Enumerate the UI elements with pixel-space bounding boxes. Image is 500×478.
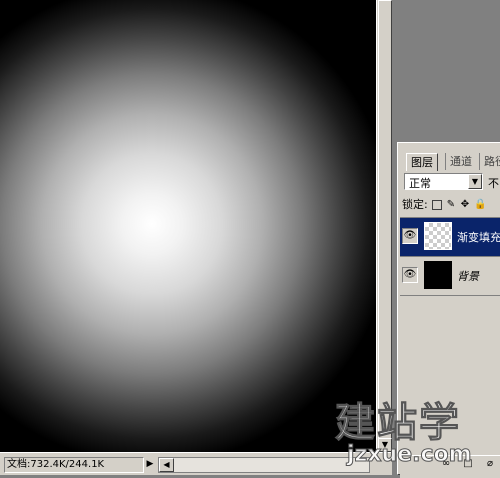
lock-move-icon[interactable]: ✥ [460,200,470,210]
tab-channels[interactable]: 通道 [445,153,476,170]
layer-row-background[interactable]: 👁 背景 [400,257,500,296]
visibility-eye-icon[interactable]: 👁 [402,228,418,244]
layer-name: 渐变填充 [457,231,500,244]
lock-all-icon[interactable]: 🔒 [474,200,486,210]
lock-row: 锁定: ✎ ✥ 🔒 [402,196,500,214]
play-arrow-icon[interactable]: ▶ [145,457,155,471]
tab-layers[interactable]: 图层 [406,153,438,171]
scroll-down-arrow-icon[interactable]: ▼ [378,438,392,452]
layer-row-gradient-fill[interactable]: 👁 渐变填充 [400,218,500,257]
tab-paths[interactable]: 路径 [479,153,500,170]
status-bar: 文档:732.4K/244.1K ▶ ◀ [0,452,392,475]
blend-mode-select[interactable]: 正常 ▼ [404,173,483,190]
lock-transparent-icon[interactable] [432,200,442,210]
scroll-thumb[interactable] [378,0,392,442]
visibility-eye-icon[interactable]: 👁 [402,267,418,283]
opacity-label: 不 [488,177,499,190]
blend-row: 正常 ▼ 不 [402,173,500,192]
brush-icon[interactable]: ⌀ [484,458,496,470]
panel-footer: ∞ □ ⌀ [400,455,500,472]
document-size-info: 文档:732.4K/244.1K [4,457,144,473]
lock-label: 锁定: [402,198,428,211]
chevron-down-icon[interactable]: ▼ [468,174,482,189]
layer-name: 背景 [457,270,479,283]
horizontal-scrollbar[interactable]: ◀ [158,457,370,473]
link-icon[interactable]: ∞ [440,458,452,470]
scroll-left-arrow-icon[interactable]: ◀ [159,458,174,472]
vertical-scrollbar[interactable]: ▼ [376,0,392,452]
layer-thumbnail [424,222,452,250]
lock-paint-icon[interactable]: ✎ [446,200,456,210]
panel-titlebar[interactable] [398,143,500,151]
new-layer-icon[interactable]: □ [462,458,474,470]
layers-panel: 图层 通道 路径 正常 ▼ 不 锁定: ✎ ✥ 🔒 👁 渐变填充 👁 背景 ∞ … [397,142,500,478]
document-canvas[interactable] [0,0,376,452]
panel-tabs: 图层 通道 路径 [401,153,500,171]
blend-mode-value: 正常 [409,177,431,190]
layer-thumbnail [424,261,452,289]
layers-list: 👁 渐变填充 👁 背景 [400,217,500,478]
